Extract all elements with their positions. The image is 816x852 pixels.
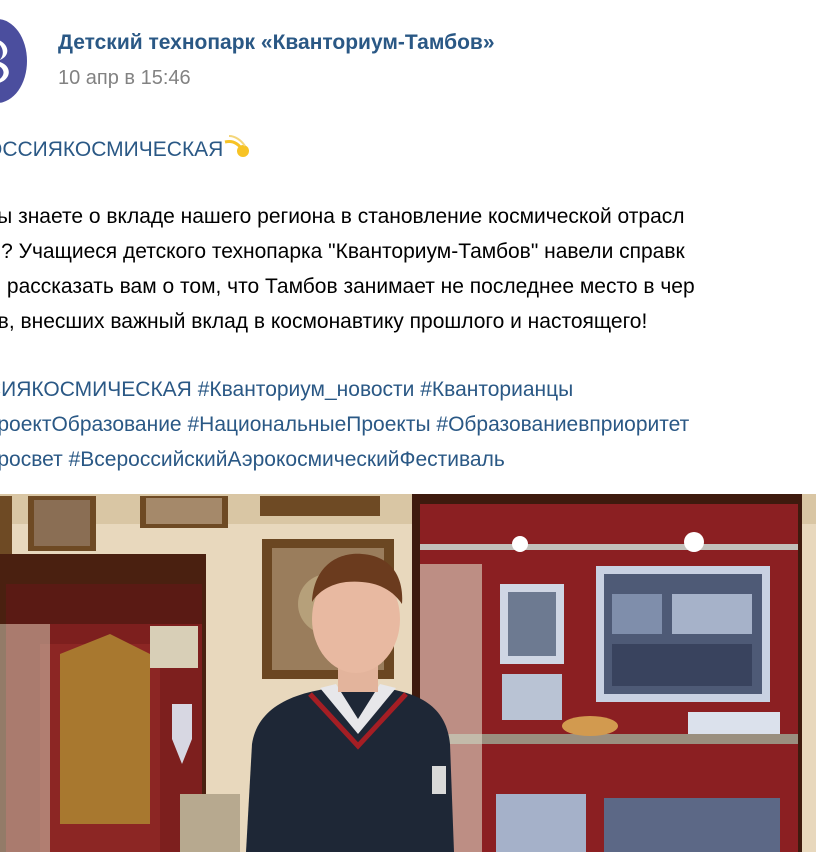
post-paragraph-line-2: ы? Учащиеся детского технопарка "Квантор… xyxy=(0,240,685,263)
post-paragraph-line-1: вы знаете о вкладе нашего региона в стан… xyxy=(0,205,685,228)
hashtag[interactable]: СИЯКОСМИЧЕСКАЯ xyxy=(0,378,192,401)
hashtag[interactable]: проектОбразование xyxy=(0,413,182,436)
hashtag-line-1: СИЯКОСМИЧЕСКАЯ #Кванториум_новости #Кван… xyxy=(0,378,573,402)
dizzy-emoji-icon xyxy=(223,135,253,161)
avatar[interactable] xyxy=(0,18,28,104)
post-date-link[interactable]: 10 апр в 15:46 xyxy=(58,67,191,90)
hashtag[interactable]: #Кванториум_новости xyxy=(198,378,415,401)
hashtag[interactable]: #Образованиевприоритет xyxy=(436,413,689,436)
hashtag[interactable]: #ВсероссийскийАэрокосмическийФестиваль xyxy=(69,448,505,471)
post-paragraph-line-4: ов, внесших важный вклад в космонавтику … xyxy=(0,310,648,333)
hashtag-line-3: просвет #ВсероссийскийАэрокосмическийФес… xyxy=(0,448,505,472)
hashtag[interactable]: #НациональныеПроекты xyxy=(187,413,430,436)
title-hashtag-text[interactable]: ОССИЯКОСМИЧЕСКАЯ xyxy=(0,138,223,161)
left-display-cabinet xyxy=(0,554,240,852)
video-preview[interactable] xyxy=(0,494,816,852)
hashtag[interactable]: #Кванторианцы xyxy=(420,378,573,401)
post-author-link[interactable]: Детский технопарк «Кванториум-Тамбов» xyxy=(58,31,495,55)
post-paragraph-line-3: ы рассказать вам о том, что Тамбов заним… xyxy=(0,275,695,298)
right-display-cabinet xyxy=(412,494,802,852)
post-title-hashtag[interactable]: ОССИЯКОСМИЧЕСКАЯ xyxy=(0,134,253,162)
hashtag[interactable]: просвет xyxy=(0,448,63,471)
hashtag-line-2: проектОбразование #НациональныеПроекты #… xyxy=(0,413,689,437)
